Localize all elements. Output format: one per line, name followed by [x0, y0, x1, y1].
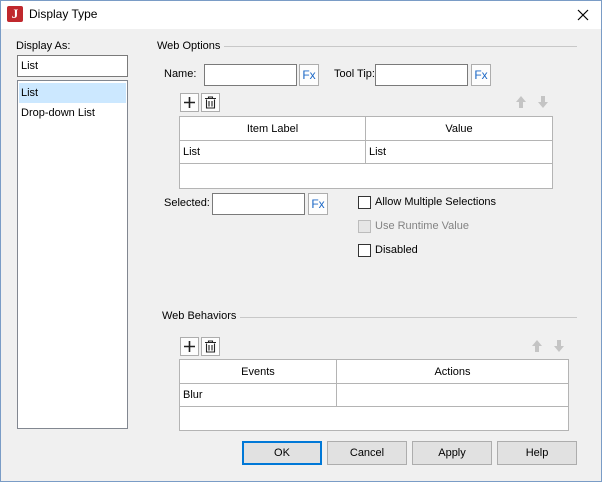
selected-fx-button[interactable]: Fx [308, 193, 328, 215]
value-cell[interactable]: List [366, 141, 552, 164]
add-behavior-button[interactable] [180, 337, 199, 356]
app-logo-icon: J [7, 6, 23, 22]
arrow-up-icon [516, 96, 526, 108]
item-label-cell[interactable]: List [180, 141, 366, 164]
column-header-value[interactable]: Value [366, 117, 552, 141]
column-header-item-label[interactable]: Item Label [180, 117, 366, 141]
display-as-field[interactable]: List [17, 55, 128, 77]
window-title: Display Type [29, 7, 98, 21]
dialog-body: Display As: List List Drop-down List Web… [1, 29, 601, 481]
move-down-button[interactable] [534, 93, 552, 111]
web-behaviors-title: Web Behaviors [162, 310, 241, 322]
name-fx-button[interactable]: Fx [299, 64, 319, 86]
list-item-drop-down-list[interactable]: Drop-down List [19, 103, 126, 123]
web-options-title: Web Options [157, 40, 225, 52]
apply-button[interactable]: Apply [412, 441, 492, 465]
behavior-move-down-button[interactable] [550, 337, 568, 355]
disabled-label: Disabled [375, 244, 418, 256]
disabled-checkbox[interactable] [358, 244, 371, 257]
ok-button[interactable]: OK [242, 441, 322, 465]
use-runtime-value-option: Use Runtime Value [358, 219, 478, 235]
name-input[interactable] [204, 64, 297, 86]
delete-item-button[interactable] [201, 93, 220, 112]
delete-behavior-button[interactable] [201, 337, 220, 356]
display-as-label: Display As: [16, 40, 71, 52]
behavior-move-up-button[interactable] [528, 337, 546, 355]
tooltip-input[interactable] [375, 64, 468, 86]
options-table-header: Item Label Value [180, 117, 552, 141]
behaviors-table[interactable]: Events Actions Blur [179, 359, 569, 431]
use-runtime-value-checkbox [358, 220, 371, 233]
arrow-up-icon [532, 340, 542, 352]
event-cell[interactable]: Blur [180, 384, 337, 407]
column-header-actions[interactable]: Actions [337, 360, 568, 384]
selected-input[interactable] [212, 193, 305, 215]
table-row[interactable]: Blur [180, 384, 568, 407]
arrow-down-icon [538, 96, 548, 108]
arrow-down-icon [554, 340, 564, 352]
help-button[interactable]: Help [497, 441, 577, 465]
move-up-button[interactable] [512, 93, 530, 111]
trash-icon [205, 96, 216, 109]
close-icon [577, 9, 589, 21]
behaviors-table-header: Events Actions [180, 360, 568, 384]
title-bar: J Display Type [1, 1, 601, 29]
plus-icon [184, 341, 195, 352]
selected-label: Selected: [164, 197, 210, 209]
plus-icon [184, 97, 195, 108]
table-row[interactable]: List List [180, 141, 552, 164]
allow-multiple-selections-checkbox[interactable] [358, 196, 371, 209]
display-as-list[interactable]: List Drop-down List [17, 80, 128, 429]
allow-multiple-selections-label: Allow Multiple Selections [375, 196, 497, 208]
tooltip-fx-button[interactable]: Fx [471, 64, 491, 86]
action-cell[interactable] [337, 384, 568, 407]
use-runtime-value-label: Use Runtime Value [375, 220, 469, 232]
display-type-dialog: J Display Type Display As: List List Dro… [0, 0, 602, 482]
allow-multiple-selections-option[interactable]: Allow Multiple Selections [358, 195, 498, 211]
list-item-list[interactable]: List [19, 83, 126, 103]
tooltip-label: Tool Tip: [334, 68, 375, 80]
column-header-events[interactable]: Events [180, 360, 337, 384]
options-table[interactable]: Item Label Value List List [179, 116, 553, 189]
add-item-button[interactable] [180, 93, 199, 112]
trash-icon [205, 340, 216, 353]
cancel-button[interactable]: Cancel [327, 441, 407, 465]
display-as-value: List [21, 60, 39, 72]
close-button[interactable] [573, 5, 593, 25]
name-label: Name: [164, 68, 197, 80]
disabled-option[interactable]: Disabled [358, 243, 438, 259]
